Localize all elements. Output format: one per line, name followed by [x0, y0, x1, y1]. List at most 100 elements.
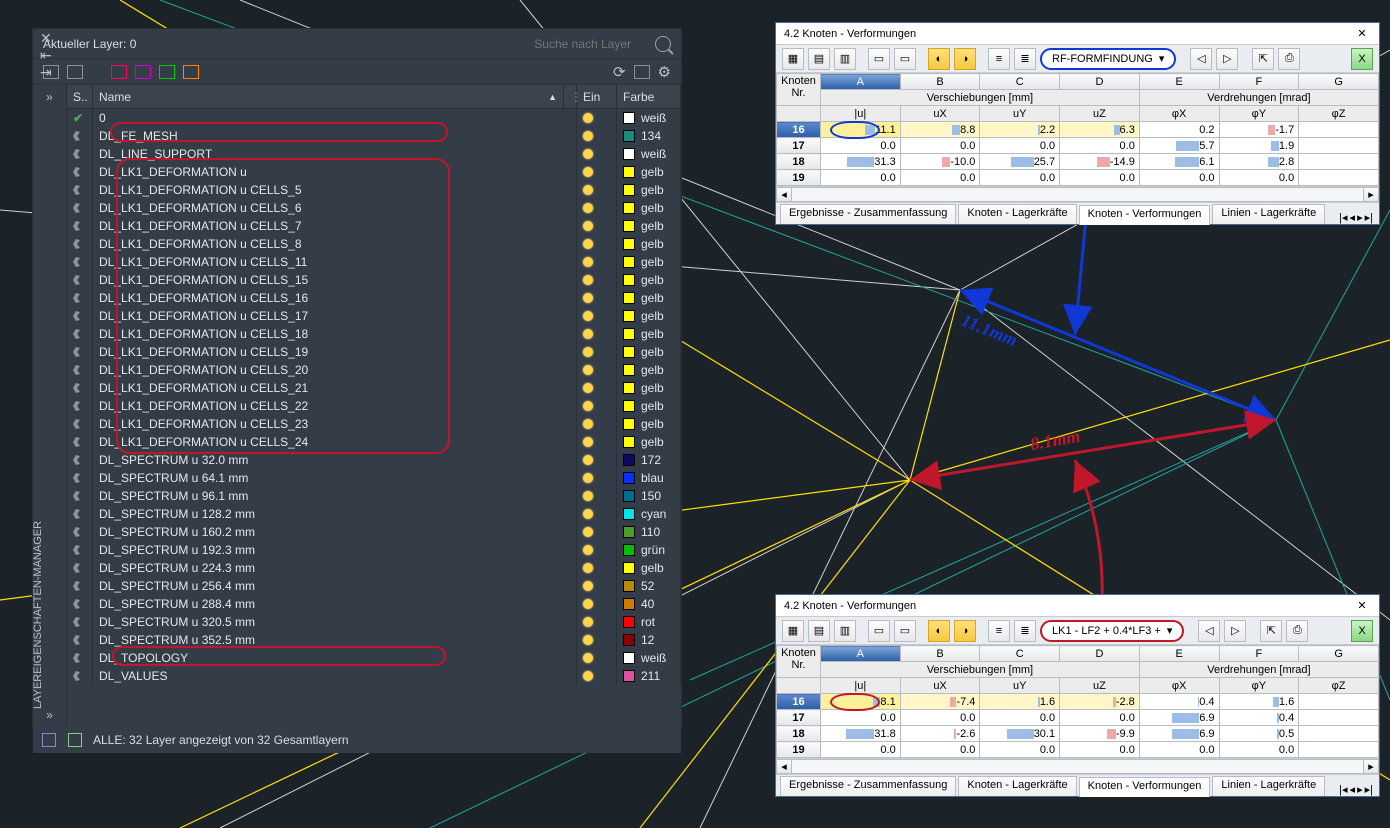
tb-btn-5[interactable]: ▭: [894, 620, 916, 642]
layer-row[interactable]: DL_LK1_DEFORMATION u CELLS_16gelb: [67, 289, 681, 307]
results1-grid[interactable]: KnotenNr. A B C D E F G Verschiebungen […: [776, 73, 1379, 186]
layer-row[interactable]: DL_LK1_DEFORMATION u CELLS_23gelb: [67, 415, 681, 433]
layer-row[interactable]: DL_LK1_DEFORMATION u CELLS_24gelb: [67, 433, 681, 451]
visibility-bulb-icon[interactable]: [583, 437, 593, 447]
tb-btn-4[interactable]: ▭: [868, 48, 890, 70]
layer-row[interactable]: DL_LK1_DEFORMATION u CELLS_15gelb: [67, 271, 681, 289]
visibility-bulb-icon[interactable]: [583, 473, 593, 483]
col-name[interactable]: Name▲: [93, 85, 564, 108]
visibility-bulb-icon[interactable]: [583, 239, 593, 249]
table-row[interactable]: 1831.3-10.025.7-14.96.12.8: [777, 154, 1379, 170]
results1-titlebar[interactable]: 4.2 Knoten - Verformungen ✕: [776, 23, 1379, 45]
tb-btn-y2[interactable]: ◑: [954, 48, 976, 70]
layer-row[interactable]: DL_SPECTRUM u 288.4 mm40: [67, 595, 681, 613]
tb-btn-y1[interactable]: ◐: [928, 620, 950, 642]
tb-btn-4[interactable]: ▭: [868, 620, 890, 642]
layer-row[interactable]: DL_SPECTRUM u 32.0 mm172: [67, 451, 681, 469]
col-on[interactable]: Ein: [577, 85, 617, 108]
visibility-bulb-icon[interactable]: [583, 149, 593, 159]
col-status[interactable]: S..: [67, 85, 93, 108]
open-icon[interactable]: [67, 65, 83, 79]
results2-grid[interactable]: KnotenNr. A B C D E F G Verschiebungen […: [776, 645, 1379, 758]
tb-btn-6[interactable]: ≡: [988, 48, 1010, 70]
visibility-bulb-icon[interactable]: [583, 203, 593, 213]
tab-verformungen[interactable]: Knoten - Verformungen: [1079, 205, 1211, 225]
layer-row[interactable]: DL_SPECTRUM u 352.5 mm12: [67, 631, 681, 649]
visibility-bulb-icon[interactable]: [583, 635, 593, 645]
visibility-bulb-icon[interactable]: [583, 653, 593, 663]
tb-btn-8[interactable]: ⇱: [1252, 48, 1274, 70]
table-row[interactable]: 190.00.00.00.00.00.0: [777, 170, 1379, 186]
table-row[interactable]: 168.1-7.41.6-2.80.41.6: [777, 694, 1379, 710]
tb-btn-1[interactable]: ▦: [782, 620, 804, 642]
panel-handle[interactable]: ✕⇤⇥: [40, 30, 62, 81]
layer-row[interactable]: DL_LK1_DEFORMATION u CELLS_8gelb: [67, 235, 681, 253]
visibility-bulb-icon[interactable]: [583, 131, 593, 141]
layer-row[interactable]: DL_LK1_DEFORMATION u CELLS_20gelb: [67, 361, 681, 379]
visibility-bulb-icon[interactable]: [583, 113, 593, 123]
tb-btn-9[interactable]: ⎙: [1278, 48, 1300, 70]
tabs-last-icon[interactable]: ▸|: [1365, 211, 1373, 224]
visibility-bulb-icon[interactable]: [583, 563, 593, 573]
visibility-bulb-icon[interactable]: [583, 545, 593, 555]
tab-lagerkraefte[interactable]: Knoten - Lagerkräfte: [958, 776, 1076, 796]
tab-summary[interactable]: Ergebnisse - Zusammenfassung: [780, 776, 956, 796]
tb-btn-3[interactable]: ▥: [834, 48, 856, 70]
sync-icon[interactable]: [634, 65, 650, 79]
visibility-bulb-icon[interactable]: [583, 455, 593, 465]
layer-row[interactable]: DL_LINE_SUPPORTweiß: [67, 145, 681, 163]
tb-btn-y2[interactable]: ◑: [954, 620, 976, 642]
layer-row[interactable]: DL_SPECTRUM u 128.2 mmcyan: [67, 505, 681, 523]
tb-btn-9[interactable]: ⎙: [1286, 620, 1308, 642]
tab-lagerkraefte[interactable]: Knoten - Lagerkräfte: [958, 204, 1076, 224]
visibility-bulb-icon[interactable]: [583, 491, 593, 501]
tb-btn-y1[interactable]: ◐: [928, 48, 950, 70]
layer-row[interactable]: DL_LK1_DEFORMATION u CELLS_21gelb: [67, 379, 681, 397]
tb-excel-icon[interactable]: X: [1351, 620, 1373, 642]
layer-row[interactable]: DL_LK1_DEFORMATION ugelb: [67, 163, 681, 181]
layer-row[interactable]: DL_LK1_DEFORMATION u CELLS_5gelb: [67, 181, 681, 199]
tb-btn-7[interactable]: ≣: [1014, 48, 1036, 70]
results2-titlebar[interactable]: 4.2 Knoten - Verformungen ✕: [776, 595, 1379, 617]
results2-loadcase-combo[interactable]: LK1 - LF2 + 0.4*LF3 +▾: [1040, 620, 1184, 642]
visibility-bulb-icon[interactable]: [583, 257, 593, 267]
tab-linien[interactable]: Linien - Lagerkräfte: [1212, 204, 1325, 224]
tb-btn-8[interactable]: ⇱: [1260, 620, 1282, 642]
results1-loadcase-combo[interactable]: RF-FORMFINDUNG▾: [1040, 48, 1176, 70]
layer-row[interactable]: DL_SPECTRUM u 320.5 mmrot: [67, 613, 681, 631]
filter-icon-2[interactable]: [67, 732, 83, 748]
layer-row[interactable]: DL_LK1_DEFORMATION u CELLS_22gelb: [67, 397, 681, 415]
visibility-bulb-icon[interactable]: [583, 401, 593, 411]
visibility-bulb-icon[interactable]: [583, 581, 593, 591]
tb-btn-5[interactable]: ▭: [894, 48, 916, 70]
tb-next-icon[interactable]: ▷: [1224, 620, 1246, 642]
tb-btn-7[interactable]: ≣: [1014, 620, 1036, 642]
tabs-prev-icon[interactable]: ◂: [1350, 211, 1356, 224]
layer-row[interactable]: DL_FE_MESH134: [67, 127, 681, 145]
tabs-next-icon[interactable]: ▸: [1357, 211, 1363, 224]
table-row[interactable]: 1611.18.82.26.30.2-1.7: [777, 122, 1379, 138]
layer-state-3-icon[interactable]: [159, 65, 175, 79]
layer-row[interactable]: DL_SPECTRUM u 256.4 mm52: [67, 577, 681, 595]
settings-icon[interactable]: ⚙: [658, 63, 671, 81]
layer-row[interactable]: DL_SPECTRUM u 64.1 mmblau: [67, 469, 681, 487]
layer-row[interactable]: DL_SPECTRUM u 96.1 mm150: [67, 487, 681, 505]
tab-summary[interactable]: Ergebnisse - Zusammenfassung: [780, 204, 956, 224]
layer-row[interactable]: DL_LK1_DEFORMATION u CELLS_18gelb: [67, 325, 681, 343]
visibility-bulb-icon[interactable]: [583, 509, 593, 519]
layer-row[interactable]: DL_LK1_DEFORMATION u CELLS_7gelb: [67, 217, 681, 235]
tabs-first-icon[interactable]: |◂: [1339, 211, 1347, 224]
table-row[interactable]: 170.00.00.00.05.71.9: [777, 138, 1379, 154]
visibility-bulb-icon[interactable]: [583, 419, 593, 429]
layer-row[interactable]: DL_SPECTRUM u 224.3 mmgelb: [67, 559, 681, 577]
visibility-bulb-icon[interactable]: [583, 365, 593, 375]
layer-row[interactable]: DL_VALUES211: [67, 667, 681, 685]
filter-icon-1[interactable]: [41, 732, 57, 748]
search-icon[interactable]: [655, 36, 671, 52]
layer-row[interactable]: DL_SPECTRUM u 160.2 mm110: [67, 523, 681, 541]
tb-excel-icon[interactable]: X: [1351, 48, 1373, 70]
layer-row[interactable]: DL_LK1_DEFORMATION u CELLS_17gelb: [67, 307, 681, 325]
table-row[interactable]: 190.00.00.00.00.00.0: [777, 742, 1379, 758]
tb-btn-3[interactable]: ▥: [834, 620, 856, 642]
tb-btn-2[interactable]: ▤: [808, 620, 830, 642]
